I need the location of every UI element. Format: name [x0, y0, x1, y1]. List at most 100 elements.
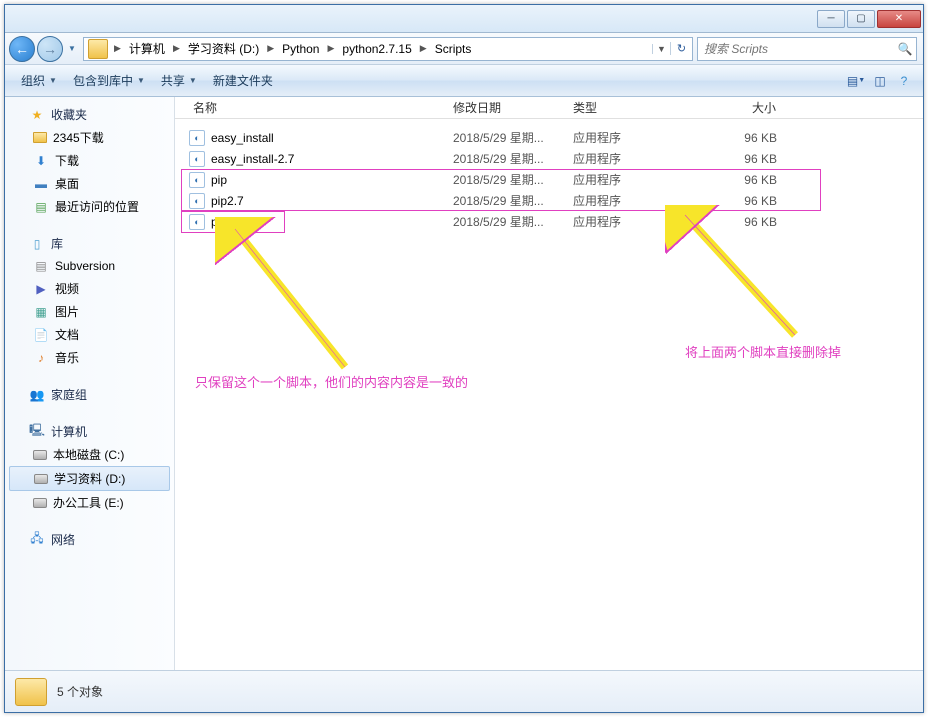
- network-header[interactable]: 🖧网络: [5, 528, 174, 551]
- libraries-label: 库: [51, 235, 63, 252]
- file-name: pip2: [211, 215, 445, 229]
- search-input[interactable]: [698, 42, 894, 56]
- crumb-sep-icon[interactable]: ▶: [265, 43, 276, 54]
- sidebar-item-label: 最近访问的位置: [55, 198, 139, 215]
- sidebar-item-drive-c[interactable]: 本地磁盘 (C:): [5, 443, 174, 466]
- exe-icon: ◐: [189, 193, 205, 209]
- col-date[interactable]: 修改日期: [445, 99, 565, 116]
- sidebar-item-desktop[interactable]: ▬桌面: [5, 172, 174, 195]
- favorites-header[interactable]: ★ 收藏夹: [5, 103, 174, 126]
- back-button[interactable]: ←: [9, 36, 35, 62]
- crumb-pyver[interactable]: python2.7.15: [336, 38, 417, 60]
- file-type: 应用程序: [565, 129, 685, 146]
- chevron-down-icon: ▼: [137, 76, 145, 85]
- col-type[interactable]: 类型: [565, 99, 685, 116]
- chevron-down-icon: ▼: [189, 76, 197, 85]
- newfolder-button[interactable]: 新建文件夹: [205, 68, 281, 93]
- sidebar-item-drive-d[interactable]: 学习资料 (D:): [9, 466, 170, 491]
- nav-bar: ← → ▼ ▶ 计算机 ▶ 学习资料 (D:) ▶ Python ▶ pytho…: [5, 33, 923, 65]
- file-row[interactable]: ◐ pip 2018/5/29 星期... 应用程序 96 KB: [175, 169, 923, 190]
- share-label: 共享: [161, 72, 185, 89]
- pictures-icon: ▦: [33, 304, 49, 320]
- computer-header[interactable]: 🖳计算机: [5, 420, 174, 443]
- sidebar-item-documents[interactable]: 📄文档: [5, 323, 174, 346]
- organize-button[interactable]: 组织▼: [13, 68, 65, 93]
- file-size: 96 KB: [685, 152, 785, 166]
- help-button[interactable]: ?: [893, 70, 915, 92]
- sidebar-item-label: 视频: [55, 280, 79, 297]
- annotation-arrow-left: [215, 217, 365, 377]
- chevron-down-icon: ▼: [49, 76, 57, 85]
- file-row[interactable]: ◐ easy_install-2.7 2018/5/29 星期... 应用程序 …: [175, 148, 923, 169]
- view-button[interactable]: ▤▼: [845, 70, 867, 92]
- folder-icon: [15, 678, 47, 706]
- crumb-python[interactable]: Python: [276, 38, 325, 60]
- status-bar: 5 个对象: [5, 670, 923, 712]
- sidebar-item-label: 音乐: [55, 349, 79, 366]
- star-icon: ★: [29, 107, 45, 123]
- search-box[interactable]: 🔍: [697, 37, 917, 61]
- computer-label: 计算机: [51, 423, 87, 440]
- address-bar[interactable]: ▶ 计算机 ▶ 学习资料 (D:) ▶ Python ▶ python2.7.1…: [83, 37, 693, 61]
- crumb-scripts[interactable]: Scripts: [429, 38, 478, 60]
- crumb-sep-icon[interactable]: ▶: [171, 43, 182, 54]
- col-name[interactable]: 名称: [185, 99, 445, 116]
- sidebar-item-label: 本地磁盘 (C:): [53, 446, 124, 463]
- sidebar-item-pictures[interactable]: ▦ 图片: [5, 300, 174, 323]
- nav-history-dropdown[interactable]: ▼: [65, 36, 79, 62]
- file-row[interactable]: ◐ pip2 2018/5/29 星期... 应用程序 96 KB: [175, 211, 923, 232]
- sidebar-item-label: 图片: [55, 303, 79, 320]
- homegroup-header[interactable]: 👥 家庭组: [5, 383, 174, 406]
- status-text: 5 个对象: [57, 683, 103, 700]
- crumb-sep-icon[interactable]: ▶: [418, 43, 429, 54]
- crumb-sep-icon[interactable]: ▶: [112, 43, 123, 54]
- file-date: 2018/5/29 星期...: [445, 129, 565, 146]
- share-button[interactable]: 共享 ▼: [153, 68, 205, 93]
- exe-icon: ◐: [189, 130, 205, 146]
- minimize-button[interactable]: ─: [817, 10, 845, 28]
- libraries-header[interactable]: ▯库: [5, 232, 174, 255]
- sidebar-item-recent[interactable]: ▤最近访问的位置: [5, 195, 174, 218]
- disk-icon: [33, 498, 47, 508]
- col-size[interactable]: 大小: [685, 99, 785, 116]
- search-icon[interactable]: 🔍: [894, 42, 916, 56]
- explorer-window: ─ ▢ ✕ ← → ▼ ▶ 计算机 ▶ 学习资料 (D:) ▶ Python ▶…: [4, 4, 924, 713]
- crumb-sep-icon[interactable]: ▶: [325, 43, 336, 54]
- favorites-label: 收藏夹: [51, 106, 87, 123]
- file-row[interactable]: ◐ pip2.7 2018/5/29 星期... 应用程序 96 KB: [175, 190, 923, 211]
- file-name: easy_install: [211, 131, 445, 145]
- crumb-computer[interactable]: 计算机: [123, 38, 171, 60]
- preview-pane-button[interactable]: ◫: [869, 70, 891, 92]
- video-icon: ▶: [33, 281, 49, 297]
- sidebar-item-2345dl[interactable]: 2345下载: [5, 126, 174, 149]
- annotation-text-right: 将上面两个脚本直接删除掉: [685, 342, 841, 361]
- file-size: 96 KB: [685, 173, 785, 187]
- crumb-drive[interactable]: 学习资料 (D:): [182, 38, 265, 60]
- forward-button[interactable]: →: [37, 36, 63, 62]
- file-row[interactable]: ◐ easy_install 2018/5/29 星期... 应用程序 96 K…: [175, 127, 923, 148]
- navigation-pane: ★ 收藏夹 2345下载 ⬇ 下载 ▬桌面 ▤最近访问的位置 ▯库 ▤Subvers…: [5, 97, 175, 670]
- download-icon: ⬇: [33, 153, 49, 169]
- sidebar-item-drive-e[interactable]: 办公工具 (E:): [5, 491, 174, 514]
- refresh-button[interactable]: ↻: [670, 42, 692, 55]
- maximize-button[interactable]: ▢: [847, 10, 875, 28]
- sidebar-item-label: Subversion: [55, 259, 115, 273]
- address-dropdown[interactable]: ▼: [652, 44, 670, 54]
- newfolder-label: 新建文件夹: [213, 72, 273, 89]
- sidebar-item-label: 办公工具 (E:): [53, 494, 124, 511]
- network-label: 网络: [51, 531, 75, 548]
- file-name: pip: [211, 173, 445, 187]
- homegroup-icon: 👥: [29, 387, 45, 403]
- close-button[interactable]: ✕: [877, 10, 921, 28]
- include-button[interactable]: 包含到库中 ▼: [65, 68, 153, 93]
- documents-icon: 📄: [33, 327, 49, 343]
- homegroup-label: 家庭组: [51, 386, 87, 403]
- sidebar-item-video[interactable]: ▶ 视频: [5, 277, 174, 300]
- sidebar-item-music[interactable]: ♪音乐: [5, 346, 174, 369]
- sidebar-item-subversion[interactable]: ▤Subversion: [5, 255, 174, 277]
- disk-icon: [34, 474, 48, 484]
- sidebar-item-downloads[interactable]: ⬇ 下载: [5, 149, 174, 172]
- sidebar-item-label: 下载: [55, 152, 79, 169]
- include-label: 包含到库中: [73, 72, 133, 89]
- exe-icon: ◐: [189, 151, 205, 167]
